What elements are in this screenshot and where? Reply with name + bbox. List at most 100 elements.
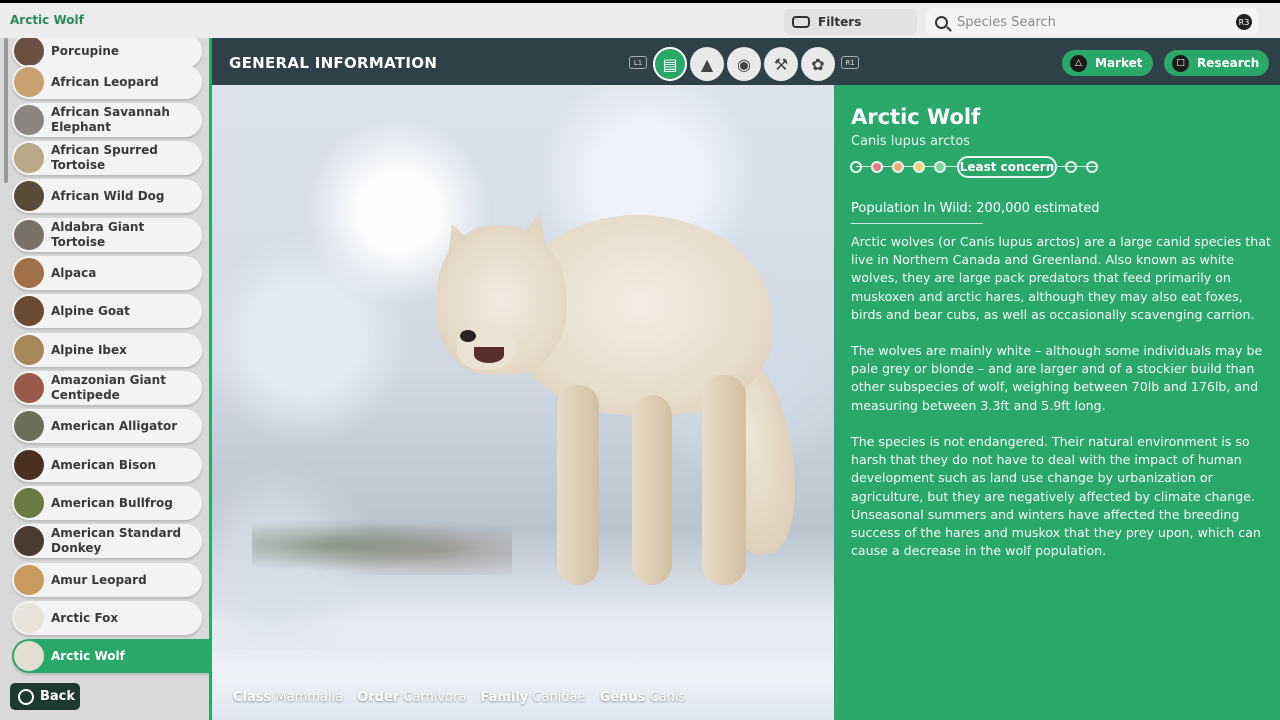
tortoise-avatar <box>14 220 44 250</box>
status-dot <box>1086 161 1098 173</box>
wolf-leg <box>702 375 746 585</box>
genus-label: Genus <box>599 690 646 705</box>
list-item[interactable]: African Savannah Elephant <box>12 103 202 137</box>
species-name: Arctic Wolf <box>851 105 981 129</box>
list-item[interactable]: Alpine Ibex <box>12 333 202 367</box>
genus-value: Canis <box>649 690 686 705</box>
filters-label: Filters <box>818 15 862 29</box>
list-item-label: African Savannah Elephant <box>51 105 170 134</box>
section-header: GENERAL INFORMATION L1 ▤ ▲ ◉ ⚒ ✿ R1 △ Ma… <box>212 38 1280 85</box>
diet-icon: ◉ <box>737 54 751 74</box>
list-item-label: Arctic Fox <box>51 610 119 625</box>
description-paragraph: The species is not endangered. Their nat… <box>851 434 1261 559</box>
list-item[interactable]: American Alligator <box>12 409 202 443</box>
filters-button[interactable]: Filters <box>784 9 917 35</box>
list-item[interactable]: African Leopard <box>12 65 202 99</box>
family-value: Canidae <box>532 690 586 705</box>
description-paragraph: Arctic wolves (or Canis lupus arctos) ar… <box>851 234 1271 322</box>
leopard-avatar <box>14 565 44 595</box>
paw-icon: ✿ <box>811 54 825 74</box>
species-list[interactable]: Porcupine African Leopard African Savann… <box>0 38 212 720</box>
habitat-icon: ▲ <box>700 54 714 74</box>
tab-diet[interactable]: ◉ <box>727 47 761 81</box>
circle-button-icon <box>18 688 34 705</box>
clipboard-icon: ▤ <box>662 54 678 74</box>
list-item-label: African Wild Dog <box>51 188 165 203</box>
list-item-label: African Spurred Tortoise <box>51 143 158 172</box>
leopard-avatar <box>14 67 44 97</box>
status-dot <box>913 161 925 173</box>
list-item[interactable]: Amur Leopard <box>12 563 202 597</box>
triangle-button-icon: △ <box>1070 54 1087 72</box>
square-button-icon: □ <box>1172 54 1189 72</box>
class-value: Mammalia <box>275 690 344 705</box>
porcupine-avatar <box>14 38 44 66</box>
search-icon <box>935 15 948 29</box>
list-item[interactable]: American Standard Donkey <box>12 524 202 558</box>
wolf-nose <box>460 330 476 342</box>
alpaca-avatar <box>14 258 44 288</box>
status-dot <box>934 161 946 173</box>
tab-general-info[interactable]: ▤ <box>653 47 687 81</box>
list-item[interactable]: American Bullfrog <box>12 486 202 520</box>
family-label: Family <box>480 690 529 705</box>
list-item[interactable]: Aldabra Giant Tortoise <box>12 218 202 252</box>
status-dot <box>892 161 904 173</box>
info-panel: Arctic Wolf Canis lupus arctos Least con… <box>834 85 1280 720</box>
list-item[interactable]: Alpine Goat <box>12 294 202 328</box>
list-item-selected[interactable]: Arctic Wolf <box>12 639 209 673</box>
ibex-avatar <box>14 335 44 365</box>
list-item[interactable]: American Bison <box>12 448 202 482</box>
list-item[interactable]: Porcupine <box>12 38 202 68</box>
research-label: Research <box>1197 56 1260 70</box>
order-value: Carnivora <box>403 690 467 705</box>
description-paragraph: The wolves are mainly white – although s… <box>851 343 1263 413</box>
list-item-label: Aldabra Giant Tortoise <box>51 220 145 249</box>
scientific-name: Canis lupus arctos <box>851 134 971 149</box>
search-input[interactable] <box>957 14 1227 30</box>
list-item[interactable]: African Spurred Tortoise <box>12 141 202 175</box>
species-photo: Class Mammalia Order Carnivora Family Ca… <box>212 85 834 720</box>
list-item-label: American Standard Donkey <box>51 526 182 555</box>
centipede-avatar <box>14 373 44 403</box>
foreground-plants <box>252 515 512 575</box>
back-button[interactable]: Back <box>10 683 80 710</box>
top-bar: Arctic Wolf Filters R3 <box>0 3 1280 38</box>
alligator-avatar <box>14 411 44 441</box>
elephant-avatar <box>14 105 44 135</box>
page-title: Arctic Wolf <box>10 13 84 27</box>
market-button[interactable]: △ Market <box>1062 50 1153 76</box>
status-dot <box>850 161 862 173</box>
back-label: Back <box>40 689 76 704</box>
list-item-label: Porcupine <box>51 43 119 58</box>
wolf-leg <box>632 395 672 585</box>
r3-button-hint: R3 <box>1236 14 1252 30</box>
list-item-label: Alpine Goat <box>51 303 130 318</box>
list-item-label: American Bullfrog <box>51 495 173 510</box>
list-item[interactable]: African Wild Dog <box>12 179 202 213</box>
list-item[interactable]: Alpaca <box>12 256 202 290</box>
snow-ground <box>212 650 834 720</box>
list-item-label: Amur Leopard <box>51 572 147 587</box>
list-item-label: Alpaca <box>51 265 97 280</box>
touchpad-icon <box>792 16 810 28</box>
tab-enrichment[interactable]: ⚒ <box>764 47 798 81</box>
list-item[interactable]: Arctic Fox <box>12 601 202 635</box>
list-item[interactable]: Amazonian Giant Centipede <box>12 371 202 405</box>
section-title: GENERAL INFORMATION <box>229 54 438 72</box>
donkey-avatar <box>14 526 44 556</box>
tab-habitat[interactable]: ▲ <box>690 47 724 81</box>
tab-behaviour[interactable]: ✿ <box>801 47 835 81</box>
scrollbar[interactable] <box>4 38 8 183</box>
wolf-leg <box>557 385 599 585</box>
research-button[interactable]: □ Research <box>1164 50 1270 76</box>
status-badge: Least concern <box>957 156 1057 178</box>
species-search[interactable]: R3 <box>926 8 1258 36</box>
list-item-label: African Leopard <box>51 74 159 89</box>
fox-avatar <box>14 603 44 633</box>
market-label: Market <box>1095 56 1143 70</box>
status-dot <box>1065 161 1077 173</box>
enrichment-icon: ⚒ <box>773 54 789 74</box>
list-item-label: Amazonian Giant Centipede <box>51 373 166 402</box>
r1-button-hint: R1 <box>841 56 859 69</box>
